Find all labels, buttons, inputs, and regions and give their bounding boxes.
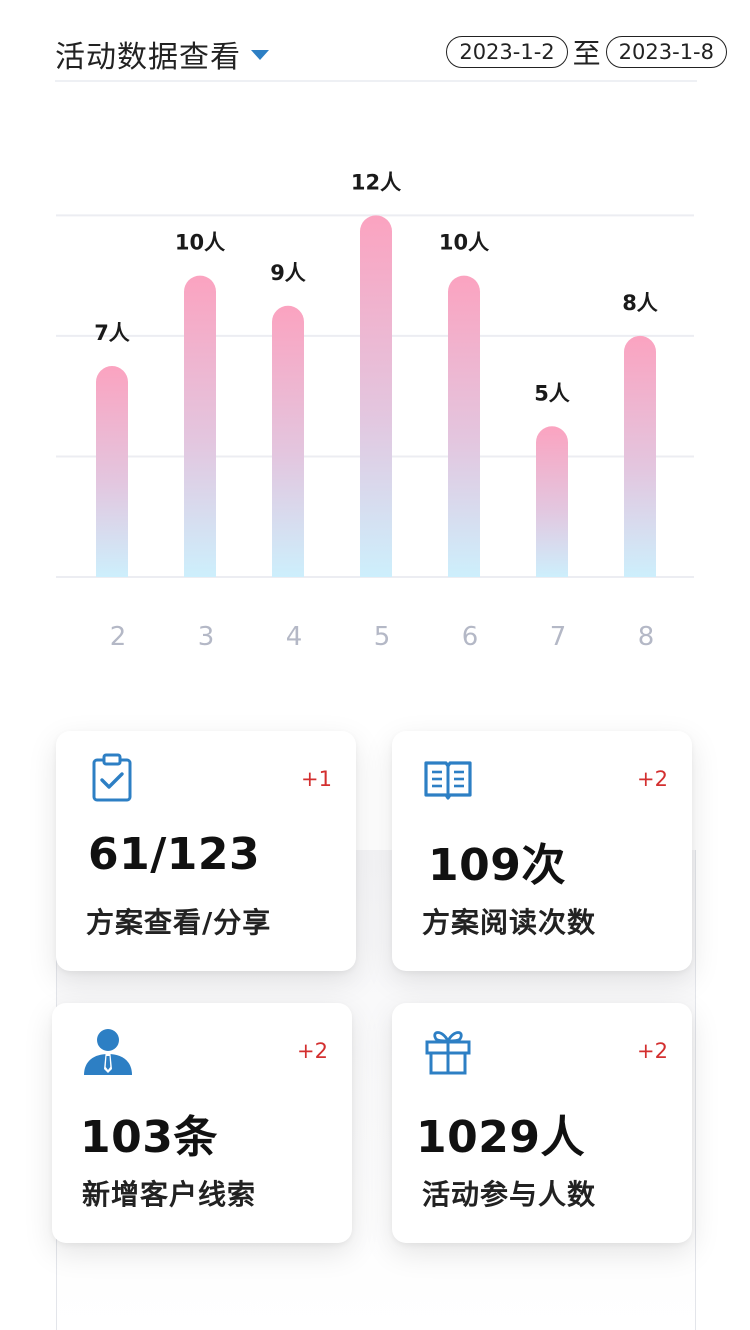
stat-card-plan-views[interactable]: +1 61/123 方案查看/分享 xyxy=(56,731,356,971)
bar-value-label: 12人 xyxy=(351,170,401,194)
x-tick-label: 7 xyxy=(550,622,567,652)
stat-label: 方案查看/分享 xyxy=(86,906,272,939)
gift-icon xyxy=(425,1031,471,1075)
delta-badge: +2 xyxy=(297,1039,328,1063)
stat-label: 方案阅读次数 xyxy=(422,906,597,939)
stat-label: 活动参与人数 xyxy=(422,1178,597,1211)
bar-value-label: 8人 xyxy=(622,291,658,315)
delta-badge: +1 xyxy=(301,767,332,791)
bar-value-label: 5人 xyxy=(534,381,570,405)
stat-card-participants[interactable]: +2 1029人 活动参与人数 xyxy=(392,1003,692,1243)
stat-value: 61/123 xyxy=(88,829,261,880)
stat-label: 新增客户线索 xyxy=(82,1178,257,1211)
x-tick-label: 6 xyxy=(462,622,479,652)
stat-value: 103条 xyxy=(80,1112,218,1163)
clipboard-check-icon xyxy=(92,753,132,802)
x-tick-label: 4 xyxy=(286,622,303,652)
chart-bar[interactable] xyxy=(96,366,128,577)
stat-value: 1029人 xyxy=(416,1112,585,1163)
bar-value-label: 9人 xyxy=(270,261,306,285)
stat-card-plan-reads[interactable]: +2 109次 方案阅读次数 xyxy=(392,731,692,971)
bar-value-label: 7人 xyxy=(94,321,130,345)
chart-bar[interactable] xyxy=(360,215,392,577)
chart-bar[interactable] xyxy=(184,275,216,577)
delta-badge: +2 xyxy=(637,767,668,791)
x-tick-label: 3 xyxy=(198,622,215,652)
x-tick-label: 8 xyxy=(638,622,655,652)
bar-chart: 7人 10人 9人 12人 10人 5人 8人 2 3 4 5 6 7 8 xyxy=(56,170,694,652)
chart-bar[interactable] xyxy=(448,275,480,577)
open-book-icon xyxy=(424,761,472,800)
chart-bar[interactable] xyxy=(624,335,656,577)
user-tie-icon xyxy=(84,1029,132,1075)
x-tick-label: 2 xyxy=(110,622,127,652)
chart-bar[interactable] xyxy=(272,305,304,577)
stat-card-new-leads[interactable]: +2 103条 新增客户线索 xyxy=(52,1003,352,1243)
delta-badge: +2 xyxy=(637,1039,668,1063)
bar-value-label: 10人 xyxy=(175,231,225,255)
bar-value-label: 10人 xyxy=(439,231,489,255)
chart-bar[interactable] xyxy=(536,426,568,577)
x-tick-label: 5 xyxy=(374,622,391,652)
stat-value: 109次 xyxy=(428,840,566,891)
